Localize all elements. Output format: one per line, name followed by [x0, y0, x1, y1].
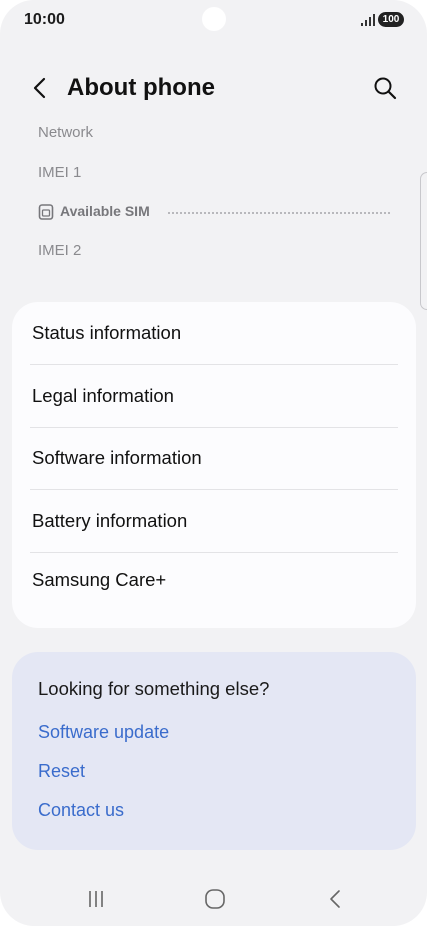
network-label: Network: [38, 124, 94, 141]
signal-icon: [361, 14, 375, 26]
imei2-label: IMEI 2: [38, 242, 82, 259]
menu-item-software-information[interactable]: Software information: [30, 427, 398, 489]
status-bar: 10:00 100: [0, 0, 427, 40]
navigation-bar: [0, 870, 427, 926]
reset-link[interactable]: Reset: [38, 761, 85, 782]
page-title: About phone: [67, 74, 215, 101]
status-time: 10:00: [24, 11, 65, 28]
sim-dotted-line: [168, 212, 390, 214]
imei1-label: IMEI 1: [38, 164, 82, 181]
phone-screen: 10:00 100 About phone Network IMEI 1 Ava…: [0, 0, 427, 926]
available-sim-label: Available SIM: [60, 203, 150, 219]
contact-us-link[interactable]: Contact us: [38, 800, 124, 821]
search-icon[interactable]: [371, 74, 399, 102]
about-menu-card: Status information Legal information Sof…: [12, 302, 416, 628]
menu-item-label: Status information: [32, 322, 182, 343]
suggestions-title: Looking for something else?: [38, 678, 270, 699]
menu-item-label: Legal information: [32, 385, 174, 406]
back-nav-icon[interactable]: [320, 886, 350, 912]
scroll-handle[interactable]: [420, 172, 427, 310]
menu-item-label: Software information: [32, 447, 202, 468]
suggestions-card: Looking for something else? Software upd…: [12, 652, 416, 850]
available-sim-row: Available SIM: [38, 202, 390, 222]
menu-item-samsung-care[interactable]: Samsung Care+: [30, 549, 398, 611]
menu-item-battery-information[interactable]: Battery information: [30, 490, 398, 552]
app-header: About phone: [0, 64, 427, 112]
menu-item-label: Samsung Care+: [32, 569, 167, 590]
software-update-link[interactable]: Software update: [38, 722, 169, 743]
menu-item-label: Battery information: [32, 510, 188, 531]
back-arrow-icon[interactable]: [26, 74, 54, 102]
home-icon[interactable]: [200, 886, 230, 912]
menu-item-status-information[interactable]: Status information: [30, 302, 398, 364]
battery-badge: 100: [378, 12, 404, 27]
camera-cutout: [202, 7, 226, 31]
sim-card-icon: [38, 204, 54, 220]
recent-apps-icon[interactable]: [81, 886, 111, 912]
menu-item-legal-information[interactable]: Legal information: [30, 365, 398, 427]
